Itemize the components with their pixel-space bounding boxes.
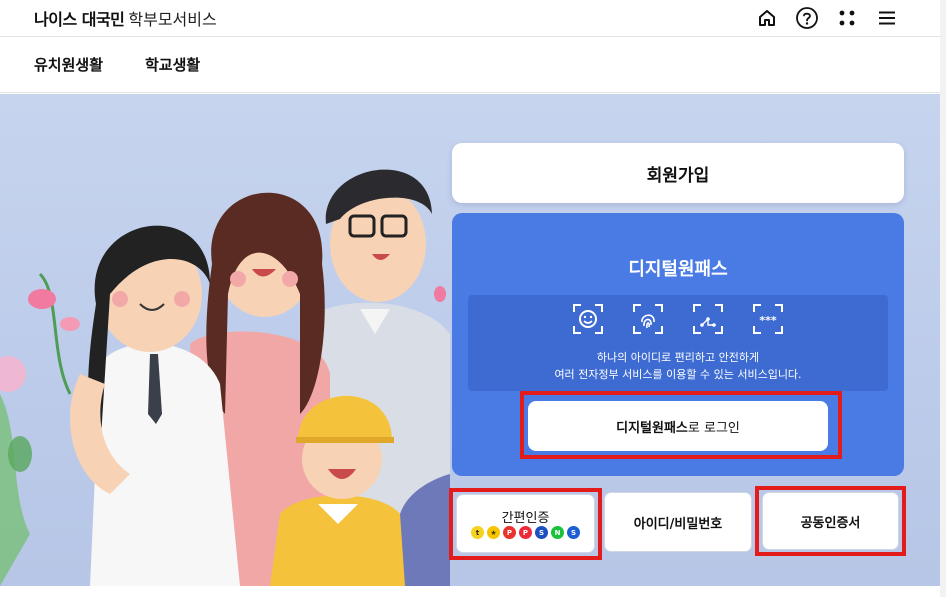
- samsung-logo-icon: S: [535, 526, 548, 539]
- pattern-icon: [693, 304, 723, 334]
- home-icon[interactable]: [754, 5, 780, 31]
- main-nav: 유치원생활 학교생활: [0, 37, 946, 93]
- menu-icon[interactable]: [874, 5, 900, 31]
- pass-logo-icon: P: [503, 526, 516, 539]
- digital-onepass-description: 하나의 아이디로 편리하고 안전하게 여러 전자정부 서비스를 이용할 수 있는…: [468, 349, 888, 383]
- pin-text: ***: [759, 314, 777, 327]
- onepass-login-button[interactable]: 디지털원패스 로 로그인: [528, 401, 828, 451]
- family-illustration: [0, 169, 450, 586]
- kb-logo-icon: ★: [487, 526, 500, 539]
- top-icons: [754, 5, 900, 31]
- login-button-rest: 로 로그인: [687, 420, 740, 436]
- easy-auth-label: 간편인증: [501, 511, 550, 526]
- digital-onepass-info: *** 하나의 아이디로 편리하고 안전하게 여러 전자정부 서비스를 이용할 …: [468, 295, 888, 391]
- payco-logo-icon: P: [519, 526, 532, 539]
- easy-auth-button[interactable]: 간편인증 t ★ P P S N S: [456, 494, 595, 553]
- face-recognition-icon: [573, 304, 603, 334]
- apps-icon[interactable]: [834, 5, 860, 31]
- top-bar: 나이스 대국민 학부모서비스: [0, 0, 946, 37]
- certificate-login-button[interactable]: 공동인증서: [762, 492, 899, 550]
- login-button-bold: 디지털원패스: [616, 420, 688, 436]
- shinhan-logo-icon: S: [567, 526, 580, 539]
- help-icon[interactable]: [794, 5, 820, 31]
- digital-onepass-title: 디지털원패스: [628, 259, 728, 280]
- description-line-1: 하나의 아이디로 편리하고 안전하게: [596, 351, 760, 364]
- id-password-login-button[interactable]: 아이디/비밀번호: [604, 492, 752, 552]
- brand-name: 나이스 대국민: [34, 10, 125, 29]
- signup-button[interactable]: 회원가입: [452, 143, 904, 203]
- scrollbar-track[interactable]: [940, 0, 946, 597]
- auth-method-icons: ***: [468, 302, 888, 336]
- easy-auth-provider-logos: t ★ P P S N S: [457, 526, 594, 539]
- nav-item-kindergarten[interactable]: 유치원생활: [34, 54, 103, 75]
- nav-item-school[interactable]: 학교생활: [145, 54, 200, 75]
- fingerprint-icon: [633, 304, 663, 334]
- naver-logo-icon: N: [551, 526, 564, 539]
- pin-icon: ***: [753, 304, 783, 334]
- kakao-logo-icon: t: [471, 526, 484, 539]
- service-name: 학부모서비스: [128, 10, 217, 29]
- site-logo[interactable]: 나이스 대국민 학부모서비스: [34, 6, 217, 30]
- description-line-2: 여러 전자정부 서비스를 이용할 수 있는 서비스입니다.: [554, 368, 802, 381]
